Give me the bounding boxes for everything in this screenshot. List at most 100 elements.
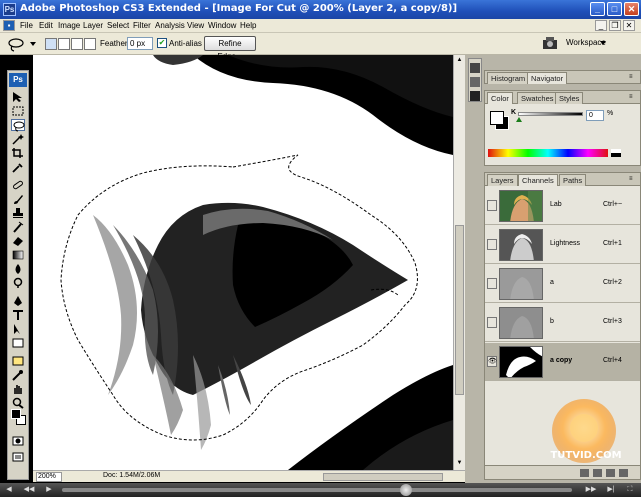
- clone-stamp-tool-icon[interactable]: [11, 207, 25, 219]
- tab-navigator[interactable]: Navigator: [527, 72, 568, 84]
- rewind-icon[interactable]: ◀◀: [22, 485, 36, 495]
- tab-color[interactable]: Color: [487, 92, 513, 104]
- move-tool-icon[interactable]: [11, 91, 25, 103]
- screen-mode-icon[interactable]: [11, 451, 25, 463]
- k-value-input[interactable]: 0: [586, 110, 604, 121]
- blur-tool-icon[interactable]: [11, 263, 25, 275]
- vertical-scrollbar[interactable]: ▲ ▼: [453, 55, 465, 470]
- photoshop-app-icon[interactable]: Ps: [3, 3, 16, 16]
- menu-select[interactable]: Select: [107, 21, 129, 30]
- eraser-tool-icon[interactable]: [11, 235, 25, 247]
- maximize-button[interactable]: □: [607, 2, 622, 16]
- workspace-icon[interactable]: [542, 37, 560, 50]
- minimize-button[interactable]: _: [590, 2, 605, 16]
- black-white-ramp[interactable]: [611, 149, 621, 157]
- brush-tool-icon[interactable]: [11, 193, 25, 205]
- k-slider[interactable]: [518, 112, 583, 116]
- visibility-toggle[interactable]: [487, 239, 497, 250]
- history-icon[interactable]: [470, 91, 480, 101]
- hand-tool-icon[interactable]: [11, 383, 25, 395]
- fullscreen-icon[interactable]: ⛶: [623, 485, 637, 495]
- healing-brush-tool-icon[interactable]: [11, 179, 25, 191]
- tool-preset-picker[interactable]: [6, 36, 36, 52]
- menu-window[interactable]: Window: [208, 21, 236, 30]
- brushes-icon[interactable]: [470, 77, 480, 87]
- channel-row-lightness[interactable]: Lightness Ctrl+1: [485, 226, 640, 264]
- ps-logo[interactable]: Ps: [9, 73, 27, 87]
- magic-wand-tool-icon[interactable]: [11, 133, 25, 145]
- subtract-from-selection-button[interactable]: [71, 38, 83, 50]
- document-icon[interactable]: ▪: [3, 20, 15, 31]
- quick-mask-icon[interactable]: [11, 435, 25, 447]
- document-size[interactable]: Doc: 1.54M/2.06M: [103, 472, 160, 479]
- close-button[interactable]: ✕: [624, 2, 639, 16]
- timeline-track[interactable]: [62, 488, 572, 492]
- panel-menu-icon[interactable]: ≡: [629, 74, 637, 80]
- shape-tool-icon[interactable]: [11, 337, 25, 349]
- lasso-tool-icon[interactable]: [11, 119, 25, 132]
- tab-styles[interactable]: Styles: [555, 92, 584, 104]
- channel-row-lab[interactable]: Lab Ctrl+~: [485, 187, 640, 225]
- scroll-up-icon[interactable]: ▲: [455, 56, 464, 65]
- eye-icon[interactable]: 👁: [487, 356, 497, 367]
- tab-swatches[interactable]: Swatches: [517, 92, 558, 104]
- dodge-tool-icon[interactable]: [11, 277, 25, 289]
- channel-row-b[interactable]: b Ctrl+3: [485, 304, 640, 342]
- foreground-color-swatch[interactable]: [11, 409, 21, 419]
- load-selection-icon[interactable]: [580, 469, 589, 477]
- marquee-tool-icon[interactable]: [11, 105, 25, 117]
- fast-forward-icon[interactable]: ▶▶: [584, 485, 598, 495]
- scroll-down-icon[interactable]: ▼: [455, 459, 464, 468]
- menu-edit[interactable]: Edit: [39, 21, 53, 30]
- crop-tool-icon[interactable]: [11, 147, 25, 159]
- tab-paths[interactable]: Paths: [559, 174, 587, 186]
- tool-presets-icon[interactable]: [470, 63, 480, 73]
- gradient-tool-icon[interactable]: [11, 249, 25, 261]
- skip-icon[interactable]: ▶|: [604, 485, 618, 495]
- zoom-level-field[interactable]: 200%: [36, 472, 62, 482]
- doc-close-button[interactable]: ✕: [623, 20, 635, 31]
- document-canvas[interactable]: [33, 55, 453, 470]
- channel-row-a-copy[interactable]: 👁 a copy Ctrl+4: [485, 343, 640, 381]
- tab-layers[interactable]: Layers: [487, 174, 518, 186]
- tab-histogram[interactable]: Histogram: [487, 72, 530, 84]
- eyedropper-tool-icon[interactable]: [11, 161, 25, 173]
- tab-channels[interactable]: Channels: [518, 174, 558, 186]
- timeline-knob[interactable]: [400, 484, 412, 496]
- color-spectrum-bar[interactable]: [488, 149, 608, 157]
- notes-tool-icon[interactable]: [11, 355, 25, 367]
- feather-input[interactable]: 0 px: [127, 37, 153, 50]
- visibility-toggle[interactable]: [487, 278, 497, 289]
- visibility-toggle[interactable]: [487, 317, 497, 328]
- history-brush-tool-icon[interactable]: [11, 221, 25, 233]
- pen-tool-icon[interactable]: [11, 295, 25, 307]
- add-to-selection-button[interactable]: [58, 38, 70, 50]
- color-foreground-swatch[interactable]: [490, 111, 504, 125]
- volume-icon[interactable]: ◀: [2, 485, 16, 495]
- horizontal-scroll-thumb[interactable]: [323, 473, 443, 481]
- play-icon[interactable]: ▶: [42, 485, 56, 495]
- new-selection-button[interactable]: [45, 38, 57, 50]
- menu-view[interactable]: View: [187, 21, 204, 30]
- eyedropper-sample-tool-icon[interactable]: [11, 369, 25, 381]
- menu-image[interactable]: Image: [58, 21, 80, 30]
- k-slider-knob[interactable]: [516, 117, 522, 122]
- trash-icon[interactable]: [619, 469, 628, 477]
- zoom-tool-icon[interactable]: [11, 397, 25, 409]
- refine-edge-button[interactable]: Refine Edge...: [204, 36, 256, 61]
- type-tool-icon[interactable]: [11, 309, 25, 321]
- doc-minimize-button[interactable]: _: [595, 20, 607, 31]
- channel-row-a[interactable]: a Ctrl+2: [485, 265, 640, 303]
- new-channel-icon[interactable]: [606, 469, 615, 477]
- panel-menu-icon[interactable]: ≡: [629, 176, 637, 182]
- menu-file[interactable]: File: [20, 21, 33, 30]
- menu-analysis[interactable]: Analysis: [155, 21, 185, 30]
- menu-help[interactable]: Help: [240, 21, 256, 30]
- path-selection-tool-icon[interactable]: [11, 323, 25, 335]
- intersect-selection-button[interactable]: [84, 38, 96, 50]
- menu-filter[interactable]: Filter: [133, 21, 151, 30]
- doc-restore-button[interactable]: ❐: [609, 20, 621, 31]
- panel-menu-icon[interactable]: ≡: [629, 94, 637, 100]
- menu-layer[interactable]: Layer: [83, 21, 103, 30]
- scroll-thumb[interactable]: [455, 225, 464, 395]
